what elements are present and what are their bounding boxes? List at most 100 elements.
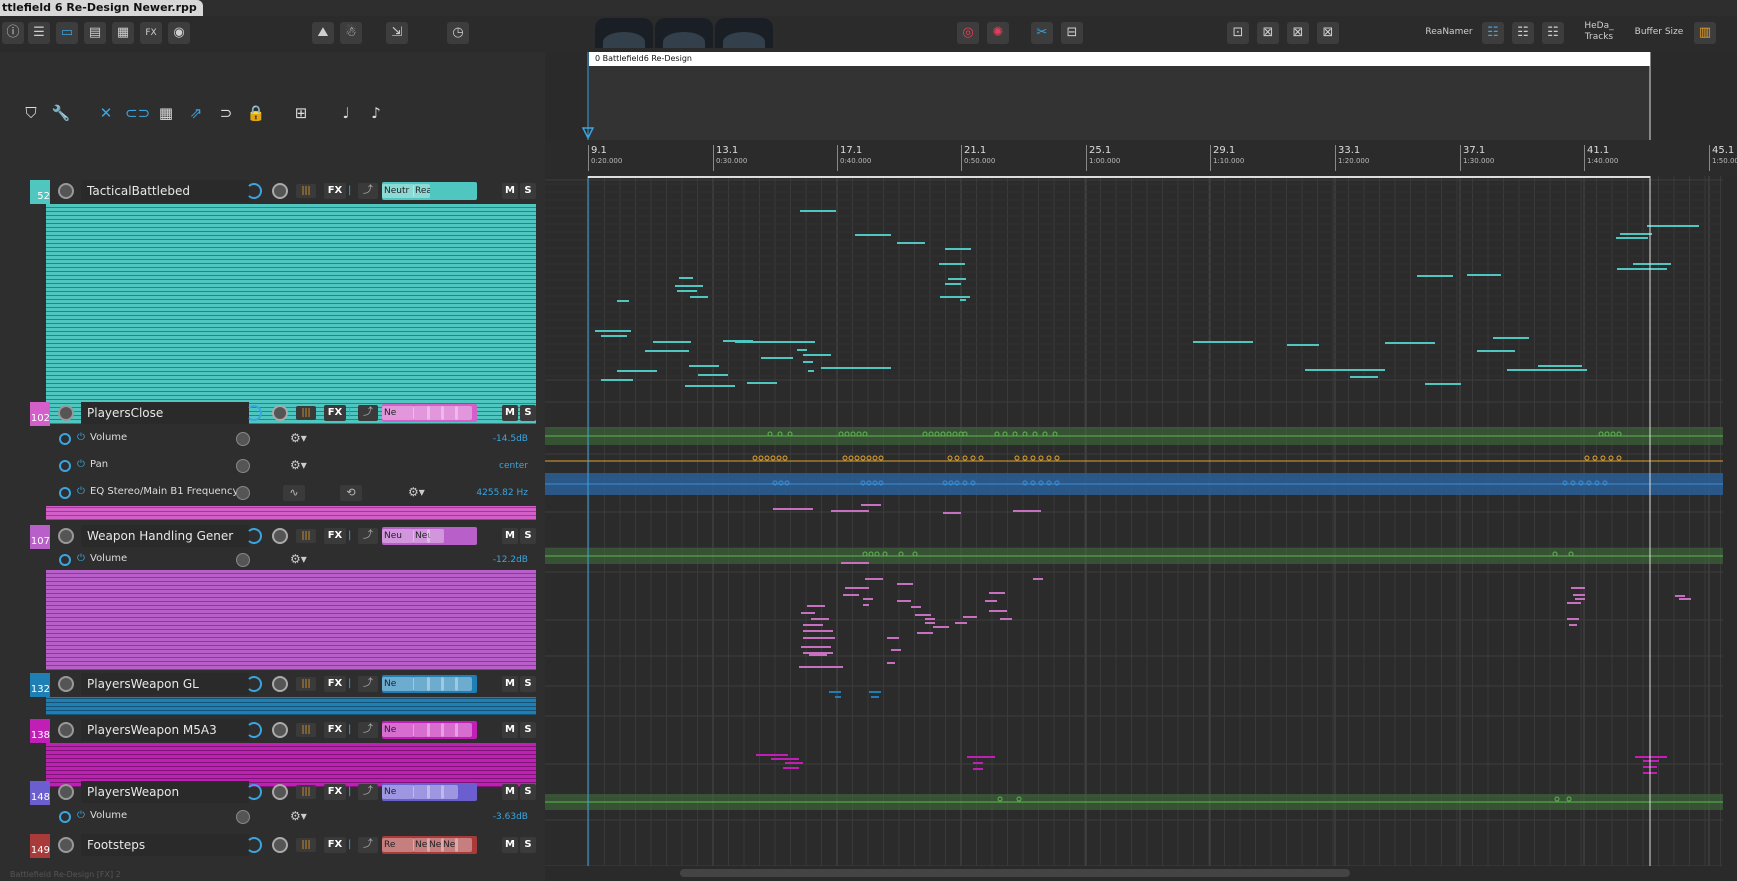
tracks-icon-3[interactable]: ☷ xyxy=(1542,22,1564,44)
camera-icon-2[interactable]: ⊠ xyxy=(1287,22,1309,44)
lane-arm-button[interactable] xyxy=(59,433,71,445)
io-button[interactable]: ||| xyxy=(296,184,316,198)
automation-lane[interactable]: ⏻ Volume ⚙▾ -3.63dB xyxy=(28,805,536,829)
volume-knob[interactable] xyxy=(246,405,262,421)
gear-icon[interactable]: ⚙▾ xyxy=(290,808,307,824)
fx-button[interactable]: FX xyxy=(324,676,346,692)
record-arm-button[interactable] xyxy=(58,837,74,853)
pan-knob[interactable] xyxy=(272,837,288,853)
lane-knob[interactable] xyxy=(236,486,250,500)
fx-button[interactable]: FX xyxy=(324,528,346,544)
scrollbar-thumb[interactable] xyxy=(680,869,1350,877)
fx-button[interactable]: FX xyxy=(324,837,346,853)
lane-knob[interactable] xyxy=(236,432,250,446)
reanamer-button[interactable]: ReaNamer xyxy=(1422,27,1476,38)
modulation-button[interactable]: ∿ xyxy=(283,485,305,501)
track-header[interactable]: 52TacticalBattlebed|||FX|⤴NeutrReaCMS xyxy=(28,180,536,204)
track-name[interactable]: TacticalBattlebed xyxy=(81,180,249,202)
fx-bypass-button[interactable]: | xyxy=(348,528,356,544)
solo-button[interactable]: S xyxy=(520,784,536,800)
track-header[interactable]: 149 Footsteps ||| FX | ⤴ Re Ne Ne Ne M S xyxy=(28,834,536,858)
solo-button[interactable]: S xyxy=(520,405,536,421)
track-name[interactable]: PlayersClose xyxy=(81,402,249,424)
track-name[interactable]: Footsteps xyxy=(81,834,249,856)
track-header[interactable]: 132 PlayersWeapon GL ||| FX | ⤴ Ne M S xyxy=(28,673,536,697)
mute-button[interactable]: M xyxy=(502,722,518,738)
automation-lane[interactable]: ⏻ EQ Stereo/Main B1 Frequency / ∿ ⟲ ⚙▾ 4255.8… xyxy=(28,481,536,505)
io-button[interactable]: ||| xyxy=(296,529,316,543)
fx-slot[interactable]: Re xyxy=(382,838,414,852)
record-arm-button[interactable] xyxy=(58,676,74,692)
envelope-button[interactable]: ⤴ xyxy=(358,676,378,692)
fx-slot[interactable]: Ne xyxy=(382,677,414,691)
fx-button[interactable]: FX xyxy=(324,405,346,421)
record-arm-button[interactable] xyxy=(58,405,74,421)
volume-knob[interactable] xyxy=(246,676,262,692)
fx-slot[interactable]: Neutr xyxy=(382,184,414,198)
power-icon[interactable]: ⏻ xyxy=(77,431,85,445)
fx-slot[interactable]: Ne xyxy=(382,406,414,420)
snapshot-icon[interactable]: ⊡ xyxy=(1227,22,1249,44)
burst-icon[interactable]: ✺ xyxy=(987,22,1009,44)
lane-knob[interactable] xyxy=(236,810,250,824)
record-arm-button[interactable] xyxy=(58,528,74,544)
fx-slot[interactable]: Ne xyxy=(382,723,414,737)
volume-knob[interactable] xyxy=(246,837,262,853)
group-icon[interactable]: ⊟ xyxy=(1061,22,1083,44)
lane-arm-button[interactable] xyxy=(59,460,71,472)
track-header[interactable]: 148 PlayersWeapon ||| FX | ⤴ Ne M S xyxy=(28,781,536,805)
power-icon[interactable]: ⏻ xyxy=(77,552,85,566)
lane-knob[interactable] xyxy=(236,459,250,473)
record-arm-button[interactable] xyxy=(58,784,74,800)
gear-icon[interactable]: ⚙▾ xyxy=(290,551,307,567)
pan-knob[interactable] xyxy=(272,528,288,544)
mute-button[interactable]: M xyxy=(502,676,518,692)
fx-bypass-button[interactable]: | xyxy=(348,722,356,738)
fx-slot[interactable]: Ne xyxy=(382,785,414,799)
fx-slot[interactable] xyxy=(455,406,472,420)
solo-button[interactable]: S xyxy=(520,837,536,853)
pan-knob[interactable] xyxy=(272,784,288,800)
io-button[interactable]: ||| xyxy=(296,406,316,420)
io-button[interactable]: ||| xyxy=(296,785,316,799)
mute-button[interactable]: M xyxy=(502,784,518,800)
volume-knob[interactable] xyxy=(246,722,262,738)
lane-knob[interactable] xyxy=(236,553,250,567)
lane-arm-button[interactable] xyxy=(59,487,71,499)
fx-button[interactable]: FX xyxy=(324,784,346,800)
track-name[interactable]: Weapon Handling Gener xyxy=(81,525,249,547)
screenset-thumb-2[interactable] xyxy=(655,18,713,48)
arrange-view[interactable] xyxy=(545,52,1737,881)
mute-button[interactable]: M xyxy=(502,183,518,199)
automation-lane[interactable]: ⏻ Pan ⚙▾ center xyxy=(28,454,536,478)
track-header[interactable]: 138 PlayersWeapon M5A3 ||| FX | ⤴ Ne M S xyxy=(28,719,536,743)
camera-icon-1[interactable]: ⊠ xyxy=(1257,22,1279,44)
solo-button[interactable]: S xyxy=(520,676,536,692)
envelope-button[interactable]: ⤴ xyxy=(358,784,378,800)
solo-button[interactable]: S xyxy=(520,183,536,199)
split-icon[interactable]: ✂ xyxy=(1031,22,1053,44)
volume-knob[interactable] xyxy=(246,183,262,199)
screenset-thumb-3[interactable] xyxy=(715,18,773,48)
gear-icon[interactable]: ⚙▾ xyxy=(290,430,307,446)
fx-slot[interactable] xyxy=(455,723,472,737)
track-name[interactable]: PlayersWeapon xyxy=(81,781,249,803)
mute-button[interactable]: M xyxy=(502,837,518,853)
track-name[interactable]: PlayersWeapon GL xyxy=(81,673,249,695)
fx-bypass-button[interactable]: | xyxy=(348,183,356,199)
lane-arm-button[interactable] xyxy=(59,811,71,823)
keyboard-icon[interactable]: ▥ xyxy=(1694,22,1716,44)
fx-bypass-button[interactable]: | xyxy=(348,676,356,692)
power-icon[interactable]: ⏻ xyxy=(77,458,85,472)
volume-knob[interactable] xyxy=(246,528,262,544)
mute-button[interactable]: M xyxy=(502,528,518,544)
power-icon[interactable]: ⏻ xyxy=(77,485,85,499)
envelope-button[interactable]: ⤴ xyxy=(358,837,378,853)
fx-slot[interactable] xyxy=(455,677,472,691)
tracks-icon-2[interactable]: ☷ xyxy=(1512,22,1534,44)
gear-icon[interactable]: ⚙▾ xyxy=(290,457,307,473)
fx-slot[interactable]: ReaC xyxy=(413,184,430,198)
track-name[interactable]: PlayersWeapon M5A3 xyxy=(81,719,249,741)
record-arm-button[interactable] xyxy=(58,183,74,199)
camera-icon-3[interactable]: ⊠ xyxy=(1317,22,1339,44)
